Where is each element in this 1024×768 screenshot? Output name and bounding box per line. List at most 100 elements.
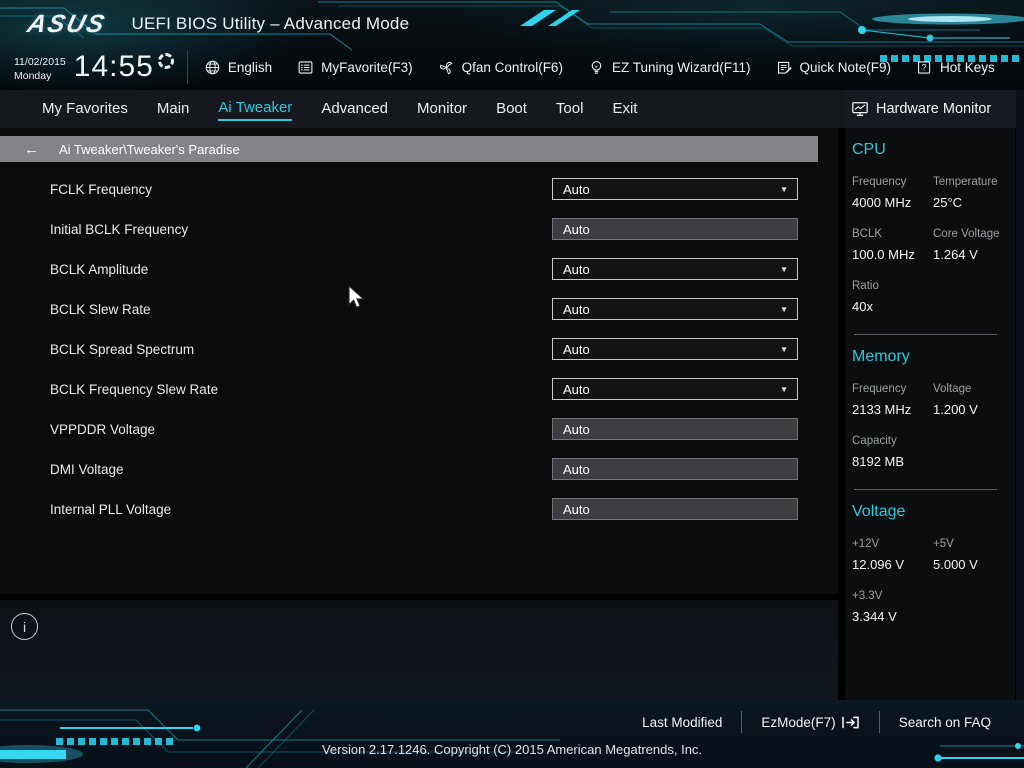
tab-main[interactable]: Main <box>157 98 190 120</box>
toolbar-item-english[interactable]: English <box>204 59 272 76</box>
svg-text:?: ? <box>922 62 927 72</box>
dropdown-bclk-spread-spectrum[interactable]: Auto ▼ <box>552 338 798 360</box>
tab-my-favorites[interactable]: My Favorites <box>42 98 128 120</box>
setting-row-bclk-frequency-slew-rate: BCLK Frequency Slew Rate Auto ▼ <box>0 369 838 409</box>
tab-advanced[interactable]: Advanced <box>321 98 388 120</box>
toolbar-items: English MyFavorite(F3) Qfan Control(F6) EZ … <box>204 59 995 76</box>
setting-row-internal-pll-voltage: Internal PLL Voltage Auto <box>0 489 838 529</box>
metric-label: Frequency <box>852 383 907 395</box>
control-value: Auto <box>563 301 590 317</box>
input-internal-pll-voltage[interactable]: Auto <box>552 498 798 520</box>
favorites-list-icon <box>297 59 314 76</box>
metric-label: Temperature <box>933 176 998 188</box>
toolbar-item-label: English <box>227 59 273 75</box>
metric-value: 12.096 V <box>852 557 905 572</box>
time-settings-gear-icon[interactable] <box>157 53 174 69</box>
metric-label: Ratio <box>852 280 879 292</box>
toolbar-item-label: EZ Tuning Wizard(F11) <box>611 59 751 75</box>
setting-label: VPPDDR Voltage <box>50 421 156 437</box>
lightbulb-icon <box>588 59 605 76</box>
metric-3-3v: +3.3V 3.344 V <box>852 590 933 624</box>
hardware-monitor-sidebar: Hardware Monitor CPU Frequency 4000 MHz Tem… <box>845 90 1015 700</box>
chevron-down-icon: ▼ <box>780 344 788 354</box>
setting-row-bclk-slew-rate: BCLK Slew Rate Auto ▼ <box>0 289 838 329</box>
footer-link-search-on-faq[interactable]: Search on FAQ <box>880 715 1010 730</box>
metric-value: 5.000 V <box>933 557 978 572</box>
dropdown-fclk-frequency[interactable]: Auto ▼ <box>552 178 798 200</box>
tab-boot[interactable]: Boot <box>496 98 527 120</box>
control-value: Auto <box>563 341 590 357</box>
footer-link-ezmode-f7[interactable]: EzMode(F7) <box>742 715 878 730</box>
section-divider <box>854 334 997 335</box>
globe-icon <box>204 59 221 76</box>
input-initial-bclk-frequency[interactable]: Auto <box>552 218 798 240</box>
hwm-section-memory: Memory Frequency 2133 MHz Voltage 1.200 V Cap… <box>852 348 1005 487</box>
metrics-grid: +12V 12.096 V +5V 5.000 V +3.3V 3.344 V <box>852 538 1005 642</box>
setting-label: BCLK Amplitude <box>50 261 149 277</box>
dropdown-bclk-slew-rate[interactable]: Auto ▼ <box>552 298 798 320</box>
toolbar-item-label: MyFavorite(F3) <box>321 59 413 75</box>
tab-ai-tweaker[interactable]: Ai Tweaker <box>218 97 293 121</box>
clock-date: 11/02/2015 <box>14 56 66 68</box>
fan-icon <box>438 59 455 76</box>
input-vppddr-voltage[interactable]: Auto <box>552 418 798 440</box>
footer: Last Modified EzMode(F7) Search on FAQ Ver… <box>0 700 1024 768</box>
metrics-grid: Frequency 2133 MHz Voltage 1.200 V Capacity 8… <box>852 383 1005 487</box>
metric-value: 1.200 V <box>933 402 978 417</box>
metric-value: 40x <box>852 299 873 314</box>
control-value: Auto <box>563 381 590 397</box>
metric-temperature: Temperature 25°C <box>933 176 1005 210</box>
input-dmi-voltage[interactable]: Auto <box>552 458 798 480</box>
metric-label: Frequency <box>852 176 907 188</box>
setting-label: BCLK Frequency Slew Rate <box>50 381 219 397</box>
clock-day: Monday <box>14 69 52 82</box>
footer-link-label: Search on FAQ <box>898 714 991 730</box>
toolbar-item-hot-keys[interactable]: ? Hot Keys <box>916 59 995 76</box>
footer-link-last-modified[interactable]: Last Modified <box>623 715 741 730</box>
setting-label: BCLK Slew Rate <box>50 301 151 317</box>
asus-logo: ASUS <box>24 9 110 38</box>
setting-row-dmi-voltage: DMI Voltage Auto <box>0 449 838 489</box>
chevron-down-icon: ▼ <box>780 184 788 194</box>
info-icon: i <box>11 613 38 640</box>
question-icon: ? <box>916 59 933 76</box>
dropdown-bclk-amplitude[interactable]: Auto ▼ <box>552 258 798 280</box>
hardware-monitor-title: Hardware Monitor <box>876 101 992 117</box>
metric-value: 8192 MB <box>852 454 905 469</box>
control-value: Auto <box>563 501 590 517</box>
setting-row-bclk-amplitude: BCLK Amplitude Auto ▼ <box>0 249 838 289</box>
toolbar-item-qfan-control-f6[interactable]: Qfan Control(F6) <box>438 59 563 76</box>
metric-value: 3.344 V <box>852 609 897 624</box>
metric-value: 2133 MHz <box>852 402 912 417</box>
toolbar-item-ez-tuning-wizard-f11[interactable]: EZ Tuning Wizard(F11) <box>588 59 751 76</box>
settings-list: FCLK Frequency Auto ▼ Initial BCLK Frequenc… <box>0 169 838 529</box>
setting-row-initial-bclk-frequency: Initial BCLK Frequency Auto <box>0 209 838 249</box>
metric-value: 100.0 MHz <box>852 247 915 262</box>
bios-screen: ASUS UEFI BIOS Utility – Advanced Mode 1… <box>0 0 1024 768</box>
section-divider <box>854 489 997 490</box>
tab-tool[interactable]: Tool <box>556 98 584 120</box>
tab-monitor[interactable]: Monitor <box>417 98 467 120</box>
metric-label: BCLK <box>852 228 883 240</box>
metric-label: +12V <box>852 538 880 550</box>
hwm-section-voltage: Voltage +12V 12.096 V +5V 5.000 V +3.3V 3.344 … <box>852 503 1005 642</box>
dropdown-bclk-frequency-slew-rate[interactable]: Auto ▼ <box>552 378 798 400</box>
clock-time: 14:55 <box>73 50 154 83</box>
footer-link-label: Last Modified <box>642 714 723 730</box>
hwm-section-title: CPU <box>852 141 886 158</box>
breadcrumb-path: Ai Tweaker\Tweaker's Paradise <box>59 141 240 157</box>
toolbar-item-quick-note-f9[interactable]: Quick Note(F9) <box>776 59 891 76</box>
clock: 11/02/2015 Monday 14:55 <box>0 48 174 86</box>
toolbar-item-myfavorite-f3[interactable]: MyFavorite(F3) <box>297 59 413 76</box>
hwm-section-title: Memory <box>852 348 910 365</box>
tab-exit[interactable]: Exit <box>612 98 637 120</box>
control-value: Auto <box>563 421 590 437</box>
toolbar-divider <box>186 50 188 84</box>
back-icon[interactable]: ← <box>24 142 39 157</box>
metric-ratio: Ratio 40x <box>852 280 933 314</box>
version-text: Version 2.17.1246. Copyright (C) 2015 Am… <box>321 742 703 757</box>
metric-bclk: BCLK 100.0 MHz <box>852 228 933 262</box>
hardware-monitor-sections: CPU Frequency 4000 MHz Temperature 25°C BCLK 1… <box>845 141 1015 642</box>
clock-date-day: 11/02/2015 Monday <box>14 56 66 83</box>
app-title: UEFI BIOS Utility – Advanced Mode <box>131 14 410 33</box>
